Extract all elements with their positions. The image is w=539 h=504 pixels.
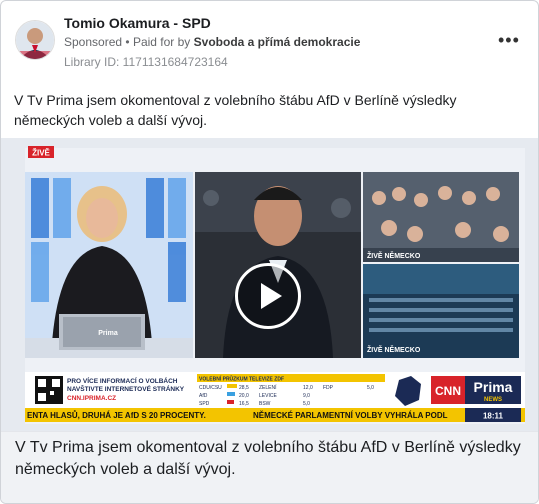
promo-line-1: PRO VÍCE INFORMACÍ O VOLBÁCH [67, 376, 178, 385]
page-name[interactable]: Tomio Okamura - SPD [64, 15, 211, 31]
poll-party: SPD [199, 401, 210, 407]
poll-value: 9,0 [303, 393, 310, 399]
separator-dot: • [125, 35, 133, 49]
live-label-top: ŽIVĚ NĚMECKO [367, 251, 421, 260]
post-text: V Tv Prima jsem okomentoval z volebního … [14, 92, 457, 128]
poll-value: 16,5 [239, 401, 249, 407]
poll-value: 20,0 [239, 393, 249, 399]
ticker-right: NĚMECKÉ PARLAMENTNÍ VOLBY VYHRÁLA PODL [253, 411, 448, 420]
poll-party: BSW [259, 401, 271, 407]
ad-meta: Sponsored • Paid for by Svoboda a přímá … [64, 35, 360, 49]
brand-prima: Prima [474, 379, 513, 395]
promo-line-2: NAVŠTIVTE INTERNETOVÉ STRÁNKY [67, 384, 185, 393]
paid-for-label: Paid for by [132, 35, 191, 49]
live-label-bottom: ŽIVĚ NĚMECKO [367, 345, 421, 354]
play-icon[interactable] [235, 263, 301, 329]
poll-value: 28,5 [239, 385, 249, 391]
poll-value: 5,0 [303, 401, 310, 407]
live-badge: ŽIVĚ [32, 149, 50, 158]
poll-party: LEVICE [259, 393, 277, 399]
caption-bar[interactable]: V Tv Prima jsem okomentoval z volebního … [1, 431, 538, 503]
payer-link[interactable]: Svoboda a přímá demokracie [194, 35, 361, 49]
ellipsis-icon[interactable]: ••• [498, 30, 520, 51]
poll-party: AfD [199, 393, 208, 399]
poll-value: 5,0 [367, 385, 374, 391]
promo-url: CNN.IPRIMA.CZ [67, 395, 116, 402]
poll-party: ZELENÍ [259, 384, 277, 391]
laptop-logo: Prima [98, 330, 118, 337]
page-avatar[interactable] [15, 20, 55, 60]
poll-value: 12,0 [303, 385, 313, 391]
library-id: Library ID: 1171131684723164 [64, 55, 228, 69]
brand-news: NEWS [484, 397, 502, 403]
poll-party: CDU/CSU [199, 385, 222, 391]
clock: 18:11 [483, 412, 504, 421]
ticker-left: ENTA HLASŮ, DRUHÁ JE AfD S 20 PROCENTY. [27, 410, 206, 420]
brand-cnn: CNN [435, 384, 461, 398]
caption-text: V Tv Prima jsem okomentoval z volebního … [15, 439, 521, 478]
poll-header: VOLEBNÍ PRŮZKUM TELEVIZE ZDF [199, 375, 284, 383]
ad-card: Tomio Okamura - SPD Sponsored • Paid for… [0, 0, 539, 504]
poll-party: FDP [323, 385, 334, 391]
sponsored-label: Sponsored [64, 35, 123, 49]
